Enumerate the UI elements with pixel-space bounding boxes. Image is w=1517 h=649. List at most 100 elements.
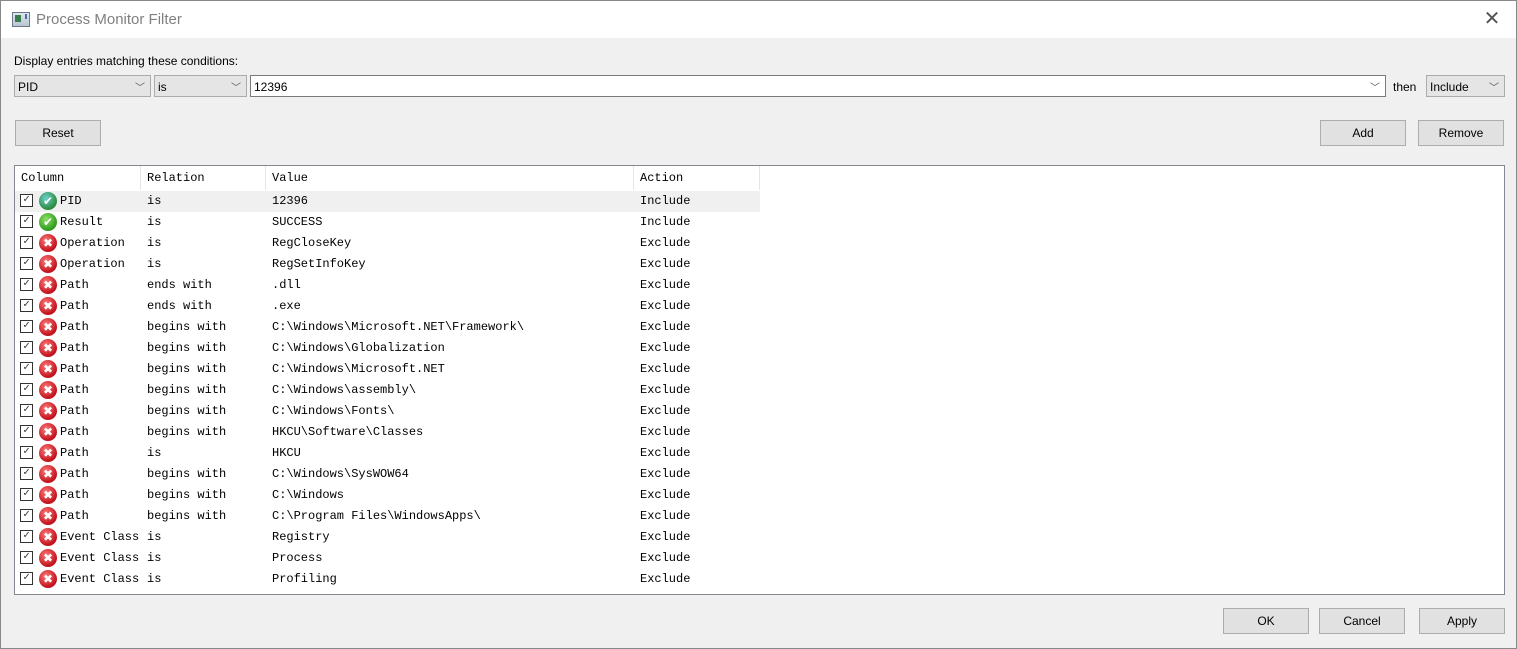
relation-dropdown[interactable]: is ﹀ — [154, 75, 247, 97]
row-value: SUCCESS — [272, 215, 323, 229]
table-row[interactable]: ✓ ✖ Path begins with HKCU\Software\Classes Ex… — [15, 422, 760, 443]
chevron-down-icon: ﹀ — [135, 83, 145, 94]
table-row[interactable]: ✓ ✖ Event Class is Profiling Exclude — [15, 569, 760, 590]
row-relation: is — [147, 446, 162, 460]
row-checkbox[interactable]: ✓ — [20, 446, 33, 459]
header-value[interactable]: Value — [266, 166, 634, 190]
table-row[interactable]: ✓ ✖ Path begins with C:\Windows\assembly\ Exc… — [15, 380, 760, 401]
value-combo-input[interactable]: 12396 ﹀ — [250, 75, 1386, 97]
column-dropdown[interactable]: PID ﹀ — [14, 75, 151, 97]
row-value: C:\Windows\assembly\ — [272, 383, 417, 397]
row-checkbox[interactable]: ✓ — [20, 467, 33, 480]
row-action: Exclude — [640, 299, 691, 313]
row-value: Process — [272, 551, 323, 565]
row-action: Exclude — [640, 236, 691, 250]
remove-button[interactable]: Remove — [1418, 120, 1504, 146]
row-action: Exclude — [640, 362, 691, 376]
row-action: Exclude — [640, 278, 691, 292]
row-checkbox[interactable]: ✓ — [20, 488, 33, 501]
table-row[interactable]: ✓ ✖ Operation is RegCloseKey Exclude — [15, 233, 760, 254]
row-checkbox[interactable]: ✓ — [20, 530, 33, 543]
table-row[interactable]: ✓ ✖ Path begins with C:\Windows\Microsoft.NE… — [15, 317, 760, 338]
exclude-x-icon: ✖ — [39, 465, 57, 483]
table-row[interactable]: ✓ ✖ Operation is RegSetInfoKey Exclude — [15, 254, 760, 275]
table-row[interactable]: ✓ ✖ Path begins with C:\Windows\Microsoft.NE… — [15, 359, 760, 380]
chevron-down-icon[interactable]: ﹀ — [1370, 79, 1380, 94]
row-checkbox[interactable]: ✓ — [20, 194, 33, 207]
exclude-x-icon: ✖ — [39, 381, 57, 399]
row-checkbox[interactable]: ✓ — [20, 572, 33, 585]
cancel-button[interactable]: Cancel — [1319, 608, 1405, 634]
row-action: Exclude — [640, 467, 691, 481]
close-icon[interactable]: ✕ — [1480, 7, 1504, 31]
exclude-x-icon: ✖ — [39, 507, 57, 525]
header-relation[interactable]: Relation — [141, 166, 266, 190]
table-row[interactable]: ✓ ✖ Path begins with C:\Windows\Fonts\ Exclud… — [15, 401, 760, 422]
row-checkbox[interactable]: ✓ — [20, 278, 33, 291]
table-row[interactable]: ✓ ✖ Path ends with .dll Exclude — [15, 275, 760, 296]
apply-button[interactable]: Apply — [1419, 608, 1505, 634]
table-row[interactable]: ✓ ✖ Path begins with C:\Windows\SysWOW64 Excl… — [15, 464, 760, 485]
row-action: Exclude — [640, 404, 691, 418]
row-value: .exe — [272, 299, 301, 313]
row-relation: is — [147, 572, 162, 586]
header-column[interactable]: Column — [15, 166, 141, 190]
row-relation: begins with — [147, 320, 227, 334]
row-value: C:\Windows\Globalization — [272, 341, 445, 355]
conditions-label: Display entries matching these condition… — [14, 54, 239, 68]
add-button[interactable]: Add — [1320, 120, 1406, 146]
row-action: Exclude — [640, 551, 691, 565]
row-column: Path — [60, 383, 89, 397]
table-row[interactable]: ✓ ✖ Path begins with C:\Windows\Globalizatio… — [15, 338, 760, 359]
row-relation: begins with — [147, 509, 227, 523]
reset-button[interactable]: Reset — [15, 120, 101, 146]
table-row[interactable]: ✓ ✖ Path ends with .exe Exclude — [15, 296, 760, 317]
row-checkbox[interactable]: ✓ — [20, 404, 33, 417]
row-checkbox[interactable]: ✓ — [20, 509, 33, 522]
header-action[interactable]: Action — [634, 166, 760, 190]
action-dropdown-value: Include — [1430, 80, 1469, 94]
row-column: Path — [60, 488, 89, 502]
row-checkbox[interactable]: ✓ — [20, 383, 33, 396]
exclude-x-icon: ✖ — [39, 423, 57, 441]
row-column: Event Class — [60, 572, 140, 586]
row-column: Path — [60, 446, 89, 460]
row-action: Exclude — [640, 488, 691, 502]
row-column: Path — [60, 467, 89, 481]
row-value: RegSetInfoKey — [272, 257, 366, 271]
table-row[interactable]: ✓ ✖ Path is HKCU Exclude — [15, 443, 760, 464]
row-checkbox[interactable]: ✓ — [20, 320, 33, 333]
row-relation: begins with — [147, 341, 227, 355]
row-relation: begins with — [147, 425, 227, 439]
row-checkbox[interactable]: ✓ — [20, 362, 33, 375]
exclude-x-icon: ✖ — [39, 570, 57, 588]
row-checkbox[interactable]: ✓ — [20, 551, 33, 564]
row-column: Result — [60, 215, 104, 229]
row-column: Path — [60, 362, 89, 376]
row-checkbox[interactable]: ✓ — [20, 215, 33, 228]
row-checkbox[interactable]: ✓ — [20, 257, 33, 270]
row-relation: is — [147, 194, 162, 208]
table-row[interactable]: ✓ ✔ PID is 12396 Include — [15, 191, 760, 212]
row-column: Path — [60, 425, 89, 439]
row-column: Event Class — [60, 551, 140, 565]
filter-dialog: Process Monitor Filter ✕ Display entries… — [0, 0, 1517, 649]
row-relation: is — [147, 257, 162, 271]
ok-button[interactable]: OK — [1223, 608, 1309, 634]
table-row[interactable]: ✓ ✖ Event Class is Registry Exclude — [15, 527, 760, 548]
exclude-x-icon: ✖ — [39, 528, 57, 546]
table-row[interactable]: ✓ ✖ Path begins with C:\Windows Exclude — [15, 485, 760, 506]
exclude-x-icon: ✖ — [39, 360, 57, 378]
row-checkbox[interactable]: ✓ — [20, 341, 33, 354]
action-dropdown[interactable]: Include ﹀ — [1426, 75, 1505, 97]
table-row[interactable]: ✓ ✖ Event Class is Process Exclude — [15, 548, 760, 569]
row-checkbox[interactable]: ✓ — [20, 299, 33, 312]
table-row[interactable]: ✓ ✔ Result is SUCCESS Include — [15, 212, 760, 233]
row-value: HKCU\Software\Classes — [272, 425, 424, 439]
table-row[interactable]: ✓ ✖ Path begins with C:\Program Files\Window… — [15, 506, 760, 527]
filter-list[interactable]: Column Relation Value Action ✓ ✔ PID is 1239… — [14, 165, 1505, 595]
row-column: Operation — [60, 236, 125, 250]
row-checkbox[interactable]: ✓ — [20, 236, 33, 249]
row-checkbox[interactable]: ✓ — [20, 425, 33, 438]
row-relation: begins with — [147, 467, 227, 481]
